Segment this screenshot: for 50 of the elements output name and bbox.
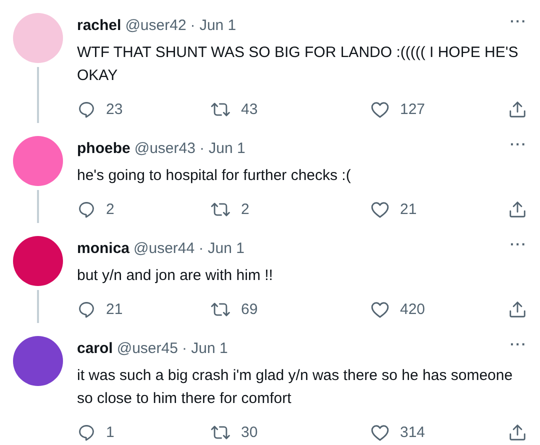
- reply-count: 23: [106, 100, 123, 118]
- thread-line: [37, 190, 39, 223]
- user-name[interactable]: monica: [77, 240, 130, 256]
- reply-icon[interactable]: [77, 422, 96, 442]
- tweet-text: it was such a big crash i'm glad y/n was there so he has someone so close to him there for comfort: [77, 366, 514, 409]
- tweet-text: WTF THAT SHUNT WAS SO BIG FOR LANDO :((((( I HOPE HE'S OKAY: [77, 43, 520, 86]
- user-name[interactable]: phoebe: [77, 140, 130, 156]
- retweet-count: 43: [241, 100, 258, 118]
- more-button[interactable]: ···: [510, 236, 527, 252]
- more-button[interactable]: ···: [510, 136, 527, 152]
- thread-line: [37, 290, 39, 323]
- thread-line: [37, 67, 39, 123]
- more-button[interactable]: ···: [510, 13, 527, 29]
- tweet-date[interactable]: · Jun 1: [199, 140, 246, 156]
- like-count: 314: [400, 424, 426, 440]
- reply-count: 2: [106, 200, 114, 218]
- reply-icon[interactable]: [77, 100, 96, 118]
- reply-count: 1: [106, 424, 114, 440]
- more-button[interactable]: ···: [510, 336, 527, 352]
- share-icon[interactable]: [508, 100, 527, 118]
- user-handle: @user44: [134, 240, 195, 256]
- retweet-count: 69: [241, 300, 258, 318]
- reply-count: 21: [106, 300, 123, 318]
- user-handle: @user42: [125, 16, 186, 34]
- avatar[interactable]: [13, 336, 63, 386]
- tweet-date[interactable]: · Jun 1: [190, 16, 236, 34]
- user-handle: @user45: [116, 340, 178, 356]
- share-icon[interactable]: [508, 300, 527, 318]
- reply-icon[interactable]: [77, 300, 96, 318]
- share-icon[interactable]: [508, 200, 527, 218]
- avatar[interactable]: [13, 136, 63, 186]
- heart-icon[interactable]: [370, 200, 390, 218]
- like-count: 21: [400, 200, 417, 218]
- user-name[interactable]: rachel: [77, 16, 122, 34]
- avatar[interactable]: [13, 236, 63, 286]
- tweet-text: but y/n and jon are with him !!: [77, 266, 274, 286]
- tweet-text: he's going to hospital for further checks :(: [77, 166, 352, 186]
- like-count: 127: [400, 100, 426, 118]
- share-icon[interactable]: [508, 422, 527, 442]
- heart-icon[interactable]: [370, 100, 390, 118]
- tweet-date[interactable]: · Jun 1: [198, 240, 244, 256]
- reply-icon[interactable]: [77, 200, 96, 218]
- tweet-date[interactable]: · Jun 1: [182, 340, 228, 356]
- like-count: 420: [400, 300, 426, 318]
- user-handle: @user43: [134, 140, 196, 156]
- heart-icon[interactable]: [370, 422, 390, 442]
- retweet-count: 2: [241, 200, 250, 218]
- retweet-count: 30: [241, 424, 258, 440]
- user-name[interactable]: carol: [77, 340, 113, 356]
- heart-icon[interactable]: [370, 300, 390, 318]
